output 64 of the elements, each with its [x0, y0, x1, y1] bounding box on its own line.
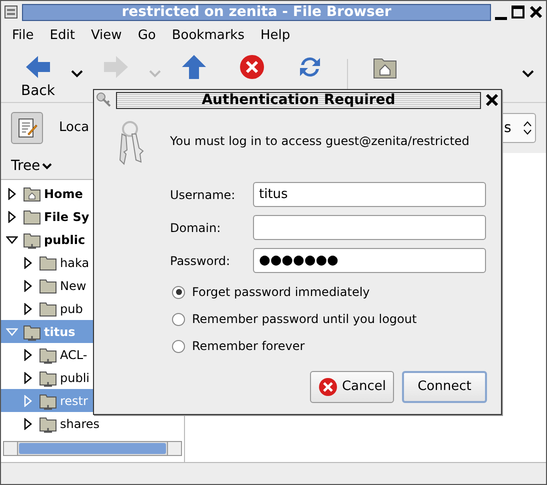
- network-folder-icon: [39, 368, 57, 387]
- view-combo[interactable]: s: [500, 113, 536, 143]
- menu-item[interactable]: File: [12, 26, 34, 44]
- collapsed-arrow-icon: [22, 372, 34, 384]
- back-arrow-icon: [24, 53, 52, 81]
- stop-icon: [238, 53, 266, 81]
- close-icon: [485, 93, 499, 107]
- input-field[interactable]: ●●●●●●●: [253, 248, 486, 273]
- dialog-title: Authentication Required: [116, 92, 481, 108]
- tree-item[interactable]: publi: [1, 366, 184, 390]
- cancel-icon: [318, 377, 338, 397]
- network-folder-icon: [39, 346, 57, 364]
- forward-arrow-icon: [102, 53, 130, 81]
- folder-icon: [39, 254, 57, 272]
- collapsed-arrow-icon: [22, 256, 34, 269]
- close-icon: [529, 5, 543, 19]
- home-folder-icon: [23, 184, 41, 203]
- collapsed-arrow-icon: [22, 302, 34, 315]
- caret-icon: [149, 70, 161, 78]
- maximize-icon: [511, 5, 525, 19]
- window-title: restricted on zenita - File Browser: [22, 4, 491, 20]
- network-folder-icon: [23, 230, 41, 249]
- folder-icon: [23, 208, 41, 226]
- up-arrow-icon: [180, 53, 208, 81]
- cancel-button[interactable]: Cancel: [310, 371, 394, 403]
- menu-item[interactable]: Help: [260, 26, 290, 44]
- collapsed-arrow-icon: [22, 348, 34, 361]
- tree-dropdown[interactable]: Tree: [11, 156, 52, 177]
- input-field[interactable]: [253, 215, 486, 240]
- network-folder-icon: [23, 322, 41, 341]
- input-field[interactable]: titus: [253, 182, 486, 207]
- spin-arrows-icon: [523, 121, 532, 135]
- menu-item[interactable]: Bookmarks: [172, 26, 244, 44]
- menu-item[interactable]: View: [90, 26, 122, 44]
- key-icon: [96, 92, 112, 108]
- expanded-arrow-icon: [6, 326, 18, 338]
- dialog-message: You must log in to access guest@zenita/restricted: [170, 133, 470, 150]
- menu-item[interactable]: Go: [138, 26, 156, 44]
- horizontal-scrollbar[interactable]: [3, 441, 182, 456]
- window-menu-icon: [4, 5, 18, 19]
- network-folder-icon: [39, 414, 57, 433]
- location-label: Loca: [59, 119, 90, 138]
- field-label: Username:: [170, 186, 236, 204]
- expanded-arrow-icon: [6, 234, 18, 246]
- caret-icon: [71, 70, 83, 78]
- chevron-icon: [522, 70, 534, 78]
- connect-button[interactable]: Connect: [402, 371, 487, 403]
- field-label: Password:: [170, 252, 232, 270]
- field-label: Domain:: [170, 220, 222, 236]
- toolbar-button[interactable]: Back: [9, 51, 67, 104]
- collapsed-arrow-icon: [22, 394, 34, 407]
- folder-icon: [39, 300, 57, 318]
- caret-icon: [42, 162, 52, 170]
- collapsed-arrow-icon: [6, 210, 18, 223]
- collapsed-arrow-icon: [22, 418, 34, 430]
- folder-icon: [39, 276, 57, 295]
- menu-item[interactable]: Edit: [50, 26, 75, 44]
- collapsed-arrow-icon: [6, 188, 18, 200]
- network-folder-icon: [39, 392, 57, 410]
- notepad-pencil-icon: [16, 117, 38, 139]
- tree-item[interactable]: shares: [1, 412, 184, 436]
- edit-location-button[interactable]: [11, 112, 43, 144]
- collapsed-arrow-icon: [22, 280, 34, 292]
- minimize-icon: [495, 17, 507, 20]
